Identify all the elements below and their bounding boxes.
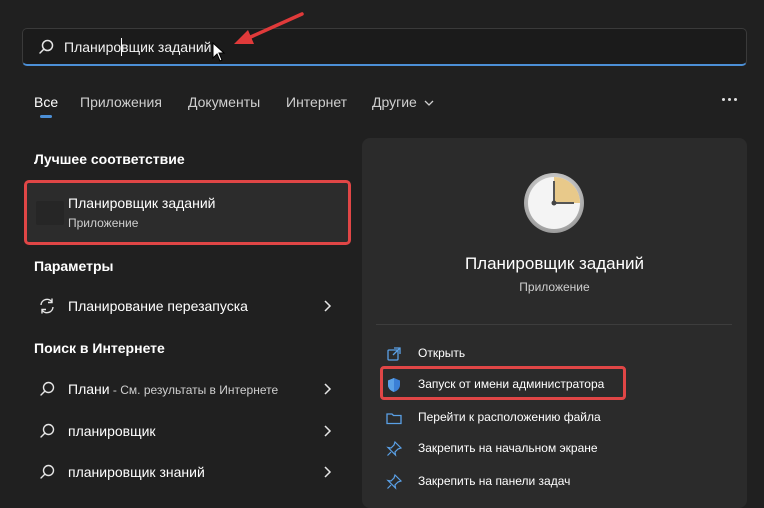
search-icon — [39, 39, 54, 54]
chevron-down-icon — [424, 100, 434, 106]
active-tab-indicator — [40, 115, 52, 118]
action-label: Закрепить на начальном экране — [418, 441, 598, 455]
settings-item-label: Планирование перезапуска — [68, 298, 248, 314]
clock-icon — [524, 173, 584, 233]
pin-icon — [386, 441, 402, 457]
tab-more-label: Другие — [372, 94, 417, 110]
action-pin-start[interactable]: Закрепить на начальном экране — [384, 437, 724, 461]
text-caret — [121, 38, 122, 56]
search-input[interactable]: Планировщик заданий — [64, 39, 211, 55]
web-result-item[interactable]: Плани - См. результаты в Интернете — [34, 375, 344, 403]
tab-more[interactable]: Другие — [372, 94, 434, 110]
action-open-file-location[interactable]: Перейти к расположению файла — [384, 406, 724, 430]
more-options-button[interactable] — [718, 90, 742, 110]
action-open[interactable]: Открыть — [384, 342, 724, 366]
action-run-as-admin[interactable]: Запуск от имени администратора — [384, 373, 724, 397]
chevron-right-icon — [324, 383, 332, 395]
shield-icon — [388, 378, 400, 392]
search-icon — [40, 423, 55, 438]
search-icon — [40, 464, 55, 479]
settings-heading: Параметры — [34, 258, 114, 274]
chevron-right-icon — [324, 425, 332, 437]
detail-panel: Планировщик заданий Приложение Открыть З… — [362, 138, 747, 508]
mouse-cursor-icon — [212, 42, 226, 62]
tab-all[interactable]: Все — [34, 94, 58, 110]
action-label: Запуск от имени администратора — [418, 377, 605, 391]
open-icon — [387, 347, 401, 361]
search-box[interactable]: Планировщик заданий — [22, 28, 747, 66]
web-result-label: планировщик знаний — [68, 464, 205, 480]
chevron-right-icon — [324, 466, 332, 478]
web-result-label: Плани - См. результаты в Интернете — [68, 381, 278, 397]
best-match-name: Планировщик заданий — [68, 195, 216, 211]
web-result-item[interactable]: планировщик знаний — [34, 458, 344, 486]
web-result-label: планировщик — [68, 423, 156, 439]
chevron-right-icon — [324, 300, 332, 312]
detail-app-type: Приложение — [519, 280, 590, 294]
action-pin-taskbar[interactable]: Закрепить на панели задач — [384, 470, 724, 494]
tab-apps[interactable]: Приложения — [80, 94, 162, 110]
action-label: Перейти к расположению файла — [418, 410, 601, 424]
best-match-heading: Лучшее соответствие — [34, 151, 185, 167]
action-label: Открыть — [418, 346, 466, 360]
divider — [376, 324, 732, 325]
detail-app-name: Планировщик заданий — [464, 254, 645, 273]
app-icon — [36, 201, 64, 225]
annotation-arrow — [234, 12, 304, 44]
tab-web[interactable]: Интернет — [286, 94, 347, 110]
action-label: Закрепить на панели задач — [418, 474, 571, 488]
web-result-hint: - См. результаты в Интернете — [109, 383, 279, 397]
pin-icon — [386, 474, 402, 490]
web-search-heading: Поиск в Интернете — [34, 340, 165, 356]
search-icon — [40, 381, 55, 396]
settings-item-restart[interactable]: Планирование перезапуска — [34, 292, 344, 320]
web-result-item[interactable]: планировщик — [34, 417, 344, 445]
best-match-type: Приложение — [68, 216, 139, 230]
tab-documents[interactable]: Документы — [188, 94, 260, 110]
refresh-icon — [40, 298, 54, 314]
best-match-result[interactable]: Планировщик заданий Приложение — [24, 180, 351, 245]
web-result-query: Плани — [68, 381, 110, 397]
folder-icon — [386, 413, 402, 425]
